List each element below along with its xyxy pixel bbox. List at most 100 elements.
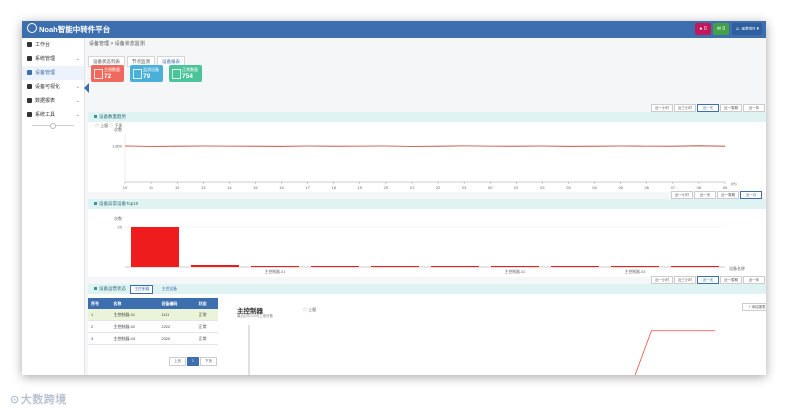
- chevron-down-icon: ⌄: [75, 56, 80, 62]
- stat-value: 79: [143, 73, 151, 80]
- range-buttons-2: 近一小时 近一天 近一周期 近一月: [671, 191, 763, 199]
- range-1w-button[interactable]: 近一周期: [720, 104, 742, 112]
- app-brand[interactable]: Noah智能中转件平台: [27, 23, 110, 36]
- section-title: 设备数量趋势: [99, 114, 126, 119]
- x-tick-label: 23: [462, 185, 467, 190]
- column-header[interactable]: 状态: [195, 298, 218, 309]
- column-header[interactable]: 设备编码: [158, 298, 196, 309]
- breadcrumb-item: 设备状态监测: [114, 41, 145, 47]
- chevron-down-icon: ⌄: [75, 98, 80, 104]
- range-1d-button[interactable]: 近一天: [697, 276, 719, 284]
- bell-icon: ●: [699, 26, 703, 32]
- sidebar-item-label: 系统工具: [35, 112, 56, 118]
- x-tick-label: 04: [592, 185, 597, 190]
- bar: [431, 266, 479, 267]
- user-menu[interactable]: ☺ admin ▾: [732, 23, 762, 35]
- x-tick-label: 21: [410, 185, 415, 190]
- x-tick-label: 11: [149, 185, 154, 190]
- share-icon: [27, 70, 32, 75]
- range-1h-button[interactable]: 近一小时: [671, 191, 693, 199]
- x-tick-label: 09: [723, 185, 728, 190]
- monitor-icon: [133, 69, 142, 79]
- bar: [551, 266, 599, 267]
- y-axis-label: 次数: [114, 126, 122, 132]
- trend-chart: 次数 1,800 10 11 12 13 14 15 16 17 18 19 20 21 22 23 00 01 0…: [112, 126, 737, 190]
- section-title: 设备异常设备Top10: [99, 201, 139, 206]
- x-tick-label: 22: [436, 185, 441, 190]
- range-1w-button[interactable]: 近一周期: [720, 276, 742, 284]
- sidebar-item-tools[interactable]: 系统工具 ⌄: [22, 108, 84, 122]
- sidebar: 工作台 系统管理 ⌄ 设备管理 设备可视化 ⌄ 数据报表 ⌄ 系统工具 ⌄: [22, 38, 89, 375]
- watermark-logo-icon: ⊙: [10, 394, 20, 406]
- legend-line-icon: ◇: [303, 307, 307, 312]
- range-1d-button[interactable]: 近一天: [694, 191, 716, 199]
- section-header-status: 设备运营状态 主控制器 主控设备: [88, 284, 766, 294]
- x-tick-label: 08: [697, 185, 702, 190]
- sidebar-item-system[interactable]: 系统管理 ⌄: [22, 52, 84, 66]
- sidebar-item-dashboard[interactable]: 工作台: [22, 38, 84, 52]
- bar: [371, 266, 419, 267]
- stat-value: 72: [104, 73, 112, 80]
- range-3h-button[interactable]: 近三小时: [674, 104, 696, 112]
- sidebar-item-visualization[interactable]: 设备可视化 ⌄: [22, 80, 84, 94]
- table-cell: 正常: [195, 320, 218, 333]
- x-tick-label: 03: [566, 185, 571, 190]
- add-report-button[interactable]: + 添加报表: [742, 303, 766, 311]
- table-row[interactable]: 3 主控制器-03 2020 正常: [88, 332, 218, 345]
- bar: [191, 265, 239, 267]
- table-cell: 1: [88, 309, 111, 321]
- x-tick-label: 10: [123, 185, 128, 190]
- table-row[interactable]: 2 主控制器-02 2222 正常: [88, 320, 218, 333]
- range-1w-button[interactable]: 近一周期: [717, 191, 739, 199]
- eye-icon: [27, 84, 32, 89]
- prev-page-button[interactable]: 上页: [169, 357, 186, 366]
- range-1m-button[interactable]: 近一月: [740, 191, 762, 199]
- x-tick-label: 02: [540, 185, 545, 190]
- breadcrumb-item[interactable]: 设备管理: [89, 41, 109, 47]
- table-cell: 正常: [195, 309, 218, 321]
- x-tick-label: 16: [279, 185, 284, 190]
- top10-chart: 次数 20 设备名称主控制器-01 主控制器-02 主控制器-03: [114, 215, 745, 274]
- sidebar-item-label: 设备管理: [35, 70, 56, 76]
- table-row[interactable]: 1 主控制器-01 1111 正常: [88, 309, 218, 321]
- chevron-down-icon: ⌄: [75, 112, 80, 118]
- range-1y-button[interactable]: 近一年: [743, 276, 765, 284]
- report-icon: [27, 98, 32, 103]
- y-tick-label: 1,800: [112, 144, 123, 149]
- column-header[interactable]: 序号: [88, 298, 111, 309]
- caret-down-icon: ▾: [756, 26, 760, 32]
- watermark: ⊙大数跨境: [10, 391, 67, 407]
- next-page-button[interactable]: 下页: [199, 357, 217, 366]
- x-tick-label: 20: [384, 185, 389, 190]
- message-count: 0: [722, 26, 726, 32]
- stat-card-main[interactable]: 主线数量 72: [91, 65, 124, 82]
- bar: [671, 266, 719, 267]
- filter-chip-controller[interactable]: 主控制器: [130, 285, 154, 294]
- sidebar-item-devices[interactable]: 设备管理: [22, 66, 84, 80]
- x-tick-label: 13: [201, 185, 206, 190]
- filter-chip-device[interactable]: 主控设备: [158, 285, 181, 294]
- stat-card-monitored[interactable]: 监测设备 79: [130, 65, 163, 82]
- x-tick-label: 12: [175, 185, 180, 190]
- column-header[interactable]: 名称: [110, 298, 159, 309]
- notification-button[interactable]: ● 0: [695, 23, 711, 35]
- watermark-text: 大数跨境: [20, 394, 67, 406]
- x-tick-label: 17: [305, 185, 310, 190]
- notification-count: 0: [703, 26, 707, 32]
- range-1h-button[interactable]: 近一小时: [651, 104, 673, 112]
- stat-value: 754: [182, 73, 193, 80]
- range-1d-button[interactable]: 近一天: [697, 104, 719, 112]
- x-axis-unit: (H): [731, 181, 737, 186]
- sidebar-collapse-toggle[interactable]: [32, 123, 74, 131]
- x-tick-label: 05: [618, 185, 623, 190]
- stat-card-normal[interactable]: 正常数量 754: [169, 65, 202, 82]
- range-1h-button[interactable]: 近一小时: [651, 276, 673, 284]
- page-number-button[interactable]: 1: [187, 357, 199, 366]
- range-1y-button[interactable]: 近一年: [743, 104, 765, 112]
- range-3h-button[interactable]: 近三小时: [674, 276, 696, 284]
- message-button[interactable]: ✉ 0: [713, 23, 729, 35]
- legend-label: 上报: [308, 307, 317, 312]
- sidebar-item-reports[interactable]: 数据报表 ⌄: [22, 94, 84, 108]
- collapse-handle-icon: [50, 123, 56, 129]
- section-header-trend: 设备数量趋势: [88, 112, 766, 122]
